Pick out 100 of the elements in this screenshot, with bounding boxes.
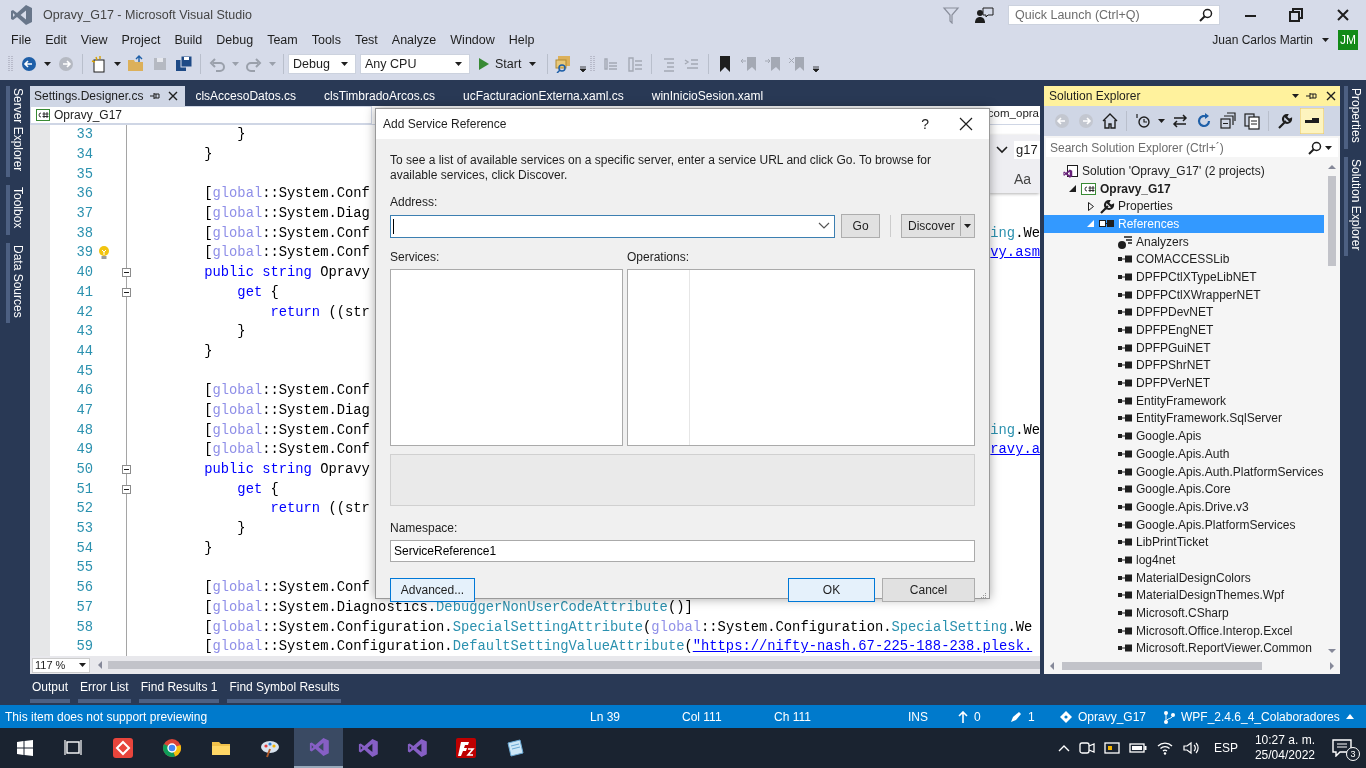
changes-count[interactable]: 1 [1028, 709, 1035, 724]
address-field[interactable] [390, 214, 836, 238]
scroll-left-icon[interactable] [1048, 661, 1056, 671]
close-icon[interactable] [959, 117, 973, 131]
refresh-icon[interactable] [1195, 112, 1213, 130]
find-field[interactable]: g17 [1014, 141, 1040, 159]
advanced-button[interactable]: Advanced... [390, 578, 475, 602]
tree-item[interactable]: Google.Apis.Drive.v3 [1044, 498, 1324, 516]
account-badge[interactable]: JM [1338, 30, 1358, 50]
collapse-all-icon[interactable] [1219, 112, 1237, 130]
clock-time[interactable]: 10:27 a. m. [1254, 733, 1315, 748]
zoom-dropdown[interactable]: 117 % [32, 657, 90, 673]
tree-item[interactable]: Google.Apis [1044, 427, 1324, 445]
branch-icon[interactable] [1163, 709, 1175, 724]
tree-item[interactable]: DPFPGuiNET [1044, 338, 1324, 357]
tree-item[interactable]: Google.Apis.Auth.PlatformServices [1044, 462, 1324, 481]
start-button[interactable]: Start [474, 57, 544, 71]
tree-item[interactable]: Microsoft.Office.Interop.Excel [1044, 621, 1324, 640]
new-project-icon[interactable] [90, 55, 108, 73]
tree-item[interactable]: MaterialDesignThemes.Wpf [1044, 586, 1324, 605]
up-arrow-icon[interactable] [958, 710, 968, 723]
go-button[interactable]: Go [841, 214, 880, 238]
discover-button[interactable]: Discover [901, 214, 975, 238]
document-tab[interactable]: Settings.Designer.cs [30, 86, 186, 106]
collapse-arrow-icon[interactable] [1069, 184, 1077, 194]
tool-window-tab[interactable]: Solution Explorer [1343, 156, 1363, 257]
tree-item[interactable]: DPFPShrNET [1044, 356, 1324, 375]
notifications-icon[interactable] [1332, 739, 1352, 757]
pushes-count[interactable]: 0 [974, 709, 981, 724]
namespace-field[interactable]: ServiceReference1 [390, 540, 975, 562]
tree-item[interactable]: Google.Apis.Core [1044, 480, 1324, 499]
menu-item[interactable]: File [4, 33, 39, 47]
tree-item[interactable]: DPFPCtlXTypeLibNET [1044, 268, 1324, 286]
show-all-files-icon[interactable] [1243, 112, 1261, 130]
wrench-icon[interactable] [1276, 112, 1294, 130]
tool-window-tab[interactable]: Properties [1343, 86, 1363, 149]
document-tab[interactable]: ucFacturacionExterna.xaml.cs [459, 86, 630, 106]
scrollbar-thumb[interactable] [1062, 662, 1262, 670]
scroll-up-icon[interactable] [1327, 164, 1337, 170]
repository-name[interactable]: Opravy_G17 [1078, 709, 1147, 724]
open-folder-icon[interactable] [127, 55, 145, 73]
document-tab[interactable]: winInicioSesion.xaml [647, 86, 770, 106]
back-icon[interactable] [20, 55, 38, 73]
menu-item[interactable]: Help [501, 33, 542, 47]
language-indicator[interactable]: ESP [1213, 741, 1238, 755]
scroll-left-icon[interactable] [96, 660, 104, 670]
menu-item[interactable]: Window [443, 33, 502, 47]
home-icon[interactable] [1101, 112, 1119, 130]
pencil-icon[interactable] [1010, 710, 1022, 723]
cancel-button[interactable]: Cancel [882, 578, 975, 602]
collapse-icon[interactable] [122, 484, 131, 494]
tree-item[interactable]: DPFPVerNET [1044, 374, 1324, 392]
volume-icon[interactable] [1182, 740, 1201, 756]
tree-item[interactable]: Google.Apis.Auth [1044, 445, 1324, 463]
menu-item[interactable]: Analyze [384, 33, 444, 47]
wifi-icon[interactable] [1155, 740, 1174, 756]
tree-item[interactable]: DPFPEngNET [1044, 321, 1324, 339]
tree-item[interactable]: Google.Apis.PlatformServices [1044, 515, 1324, 534]
history-icon[interactable] [1134, 112, 1152, 130]
menu-item[interactable]: Team [260, 33, 305, 47]
scrollbar-thumb[interactable] [108, 661, 1040, 669]
document-tab[interactable]: clsTimbradoArcos.cs [320, 86, 441, 106]
collapse-icon[interactable] [122, 268, 131, 278]
document-tab[interactable]: clsAccesoDatos.cs [191, 86, 303, 106]
menu-item[interactable]: Edit [38, 33, 74, 47]
close-icon[interactable] [167, 90, 180, 102]
project-dropdown[interactable]: Opravy_G17 [30, 106, 372, 124]
scroll-down-icon[interactable] [1327, 648, 1337, 654]
tree-item[interactable]: EntityFramework.SqlServer [1044, 409, 1324, 428]
account-name[interactable]: Juan Carlos Martin [1212, 33, 1313, 47]
search-field[interactable]: Search Solution Explorer (Ctrl+´) [1046, 138, 1338, 157]
tree-item[interactable]: Microsoft.CSharp [1044, 604, 1324, 622]
tree-item[interactable]: LibPrintTicket [1044, 533, 1324, 552]
pin-icon[interactable] [1305, 90, 1319, 102]
diamond-icon[interactable] [1060, 710, 1072, 723]
collapse-icon[interactable] [122, 287, 131, 297]
pin-icon[interactable] [149, 90, 162, 102]
tool-window-tab[interactable]: Toolbox [5, 185, 25, 235]
tree-item[interactable]: DPFPDevNET [1044, 303, 1324, 322]
expand-arrow-icon[interactable] [1087, 201, 1095, 211]
chevron-up-icon[interactable] [1057, 744, 1070, 752]
grip-icon[interactable] [8, 54, 13, 74]
ok-button[interactable]: OK [788, 578, 875, 602]
battery-icon[interactable] [1128, 740, 1147, 756]
close-icon[interactable] [1325, 90, 1337, 102]
help-button[interactable]: ? [921, 116, 929, 132]
scrollbar-thumb[interactable] [1328, 176, 1336, 266]
tree-item[interactable]: Properties [1044, 197, 1324, 216]
grip-icon[interactable] [590, 54, 596, 74]
app-tray-icon[interactable] [1103, 740, 1120, 756]
menu-item[interactable]: Build [167, 33, 210, 47]
meeting-icon[interactable] [1078, 740, 1095, 756]
platform-dropdown[interactable]: Any CPU [360, 54, 470, 74]
menu-item[interactable]: Project [114, 33, 168, 47]
menu-item[interactable]: View [73, 33, 115, 47]
lightbulb-icon[interactable] [98, 244, 110, 261]
configuration-dropdown[interactable]: Debug [288, 54, 356, 74]
branch-name[interactable]: WPF_2.4.6_4_Colaboradores [1181, 709, 1340, 724]
tool-window-tab[interactable]: Server Explorer [5, 86, 25, 178]
tree-item[interactable]: log4net [1044, 551, 1324, 569]
